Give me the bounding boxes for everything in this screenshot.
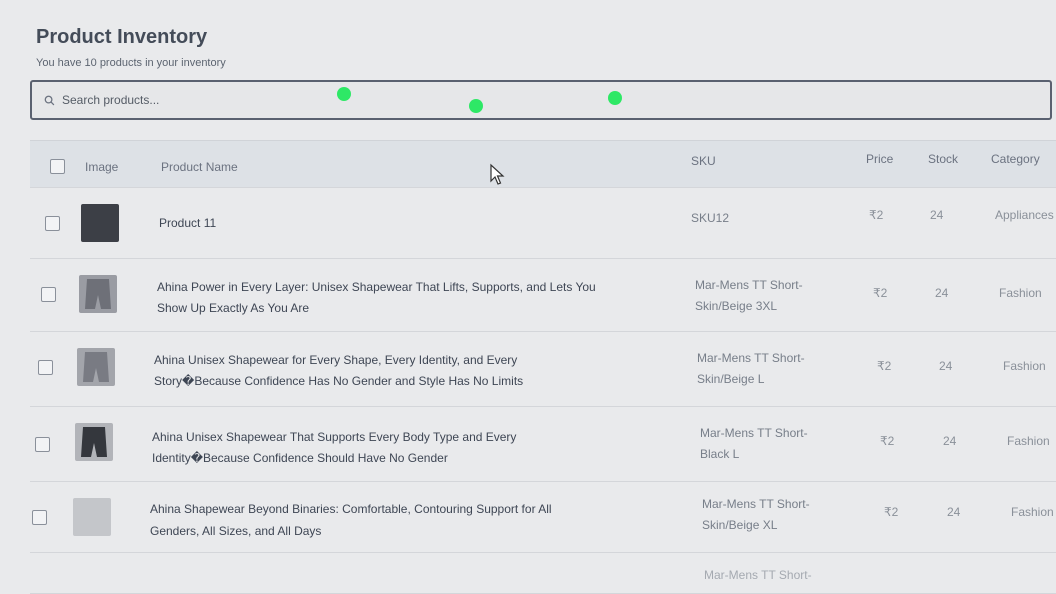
- product-name-line1[interactable]: Ahina Power in Every Layer: Unisex Shape…: [157, 277, 596, 298]
- product-stock: 24: [930, 208, 944, 222]
- product-name-line1[interactable]: Ahina Shapewear Beyond Binaries: Comfort…: [150, 499, 552, 520]
- row-checkbox[interactable]: [38, 360, 53, 375]
- products-table: Image Product Name SKU Price Stock Categ…: [30, 140, 1056, 594]
- product-stock: 24: [935, 286, 949, 300]
- search-input[interactable]: [60, 92, 964, 108]
- select-all-checkbox[interactable]: [50, 159, 65, 174]
- product-price: ₹2: [873, 286, 888, 300]
- product-name-line2[interactable]: Genders, All Sizes, and All Days: [150, 521, 321, 542]
- product-category: Fashion: [1003, 359, 1046, 373]
- product-price: ₹2: [869, 208, 884, 222]
- product-sku-line1: Mar-Mens TT Short-: [695, 278, 803, 292]
- column-header-image[interactable]: Image: [85, 157, 118, 178]
- product-name[interactable]: Product 11: [159, 213, 216, 234]
- product-sku: SKU12: [691, 211, 730, 225]
- product-sku-line1: Mar-Mens TT Short-: [702, 497, 810, 511]
- product-thumbnail: [81, 204, 119, 242]
- table-header-row: Image Product Name SKU Price Stock Categ…: [30, 140, 1056, 188]
- column-header-price[interactable]: Price: [866, 149, 893, 170]
- row-checkbox[interactable]: [45, 216, 60, 231]
- product-price: ₹2: [880, 434, 895, 448]
- product-thumbnail: [75, 423, 113, 461]
- product-thumbnail: [79, 275, 117, 313]
- product-category: Fashion: [1007, 434, 1050, 448]
- search-icon: [42, 93, 56, 107]
- product-sku-line1: Mar-Mens TT Short-: [700, 426, 808, 440]
- row-checkbox[interactable]: [41, 287, 56, 302]
- product-price: ₹2: [884, 505, 899, 519]
- product-name-line1[interactable]: Ahina Unisex Shapewear That Supports Eve…: [152, 427, 516, 448]
- product-name-line2[interactable]: Identity�Because Confidence Should Have …: [152, 448, 448, 469]
- green-dot-marker: [608, 91, 622, 105]
- search-bar[interactable]: [30, 80, 1052, 120]
- product-thumbnail: [73, 498, 111, 536]
- product-thumbnail: [77, 348, 115, 386]
- column-header-stock[interactable]: Stock: [928, 149, 958, 170]
- green-dot-marker: [469, 99, 483, 113]
- page-subtitle: You have 10 products in your inventory: [36, 57, 226, 69]
- product-stock: 24: [939, 359, 953, 373]
- product-sku-line2: Skin/Beige 3XL: [695, 299, 778, 313]
- row-checkbox[interactable]: [35, 437, 50, 452]
- product-category: Fashion: [1011, 505, 1054, 519]
- table-row[interactable]: Product 11 SKU12 ₹2 24 Appliances: [30, 188, 1056, 259]
- green-dot-marker: [337, 87, 351, 101]
- table-row[interactable]: Ahina Shapewear Beyond Binaries: Comfort…: [30, 482, 1056, 553]
- table-row[interactable]: Ahina Power in Every Layer: Unisex Shape…: [30, 259, 1056, 332]
- product-name-line1[interactable]: Ahina Unisex Shapewear for Every Shape, …: [154, 350, 517, 371]
- table-row[interactable]: Ahina Unisex Shapewear That Supports Eve…: [30, 407, 1056, 482]
- product-category: Appliances: [995, 208, 1054, 222]
- product-sku-line1: Mar-Mens TT Short-: [697, 351, 805, 365]
- product-sku-line2: Skin/Beige L: [697, 372, 765, 386]
- product-sku-line2: Black L: [700, 447, 740, 461]
- product-price: ₹2: [877, 359, 892, 373]
- product-name-line2[interactable]: Show Up Exactly As You Are: [157, 298, 309, 319]
- column-header-category[interactable]: Category: [991, 149, 1040, 170]
- product-stock: 24: [947, 505, 961, 519]
- product-category: Fashion: [999, 286, 1042, 300]
- page-title: Product Inventory: [36, 26, 208, 48]
- column-header-sku[interactable]: SKU: [691, 151, 716, 172]
- table-row[interactable]: Mar-Mens TT Short-: [30, 553, 1056, 594]
- page-header: Product Inventory You have 10 products i…: [36, 26, 226, 69]
- row-checkbox[interactable]: [32, 510, 47, 525]
- product-sku-line1: Mar-Mens TT Short-: [704, 568, 812, 582]
- column-header-product-name[interactable]: Product Name: [161, 157, 238, 178]
- table-row[interactable]: Ahina Unisex Shapewear for Every Shape, …: [30, 332, 1056, 407]
- product-stock: 24: [943, 434, 957, 448]
- product-sku-line2: Skin/Beige XL: [702, 518, 778, 532]
- cursor-arrow-icon: [490, 163, 505, 185]
- product-name-line2[interactable]: Story�Because Confidence Has No Gender a…: [154, 371, 523, 392]
